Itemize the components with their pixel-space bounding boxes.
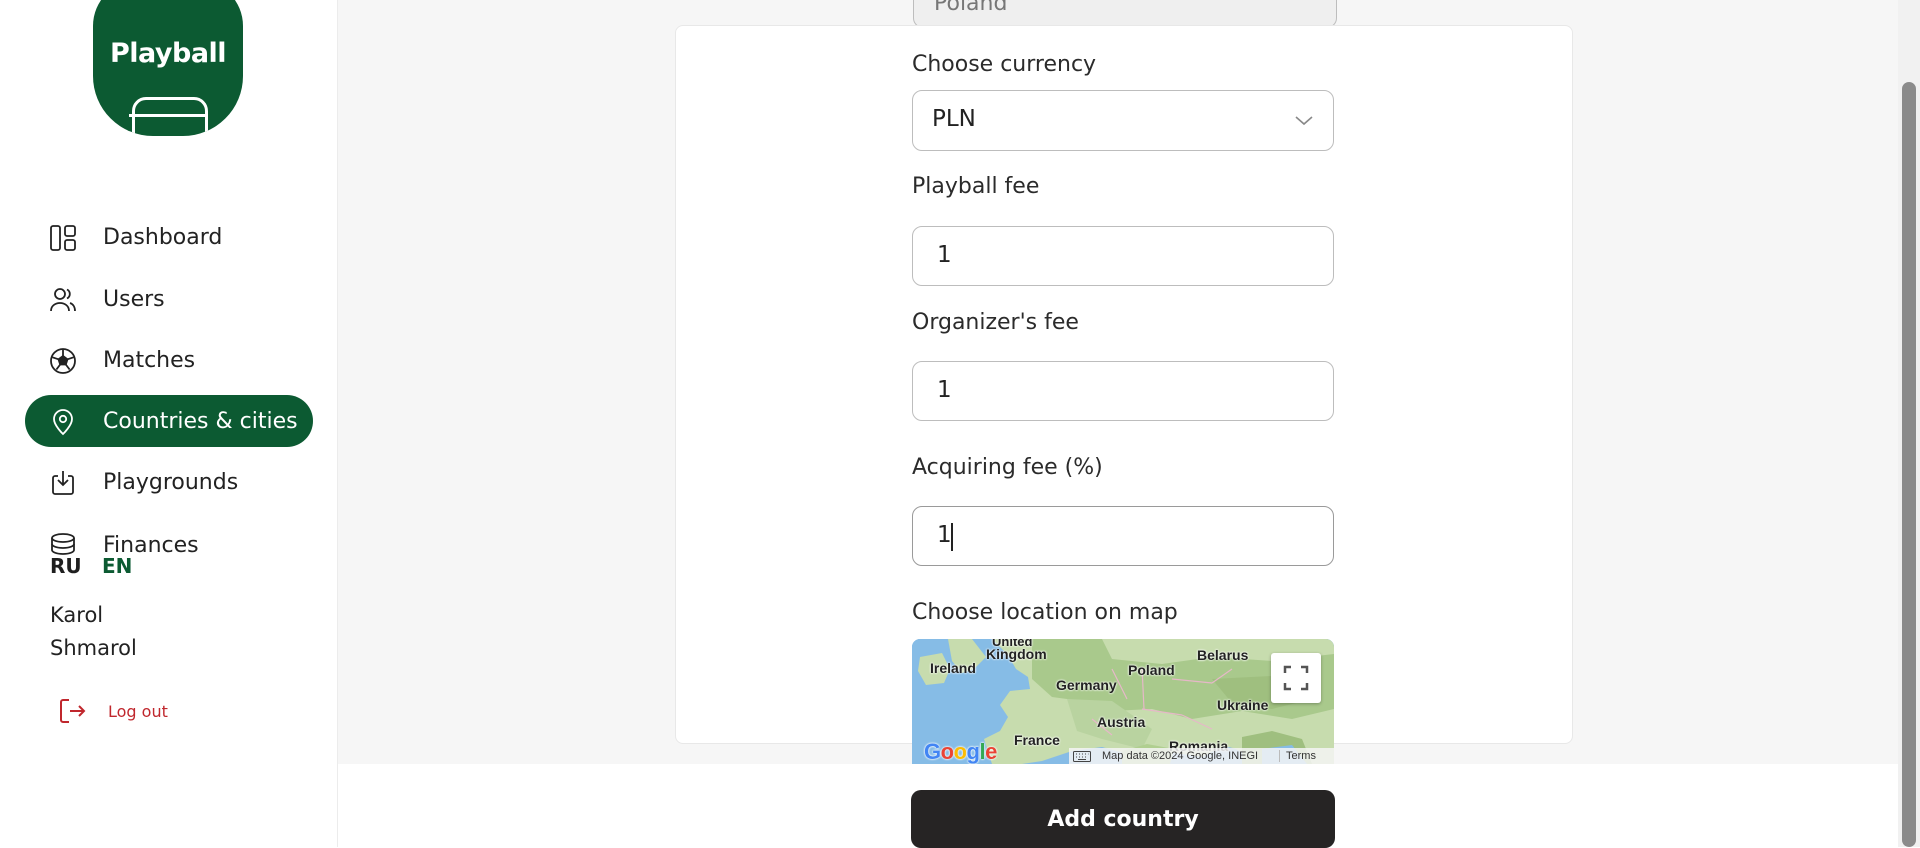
sidebar-item-label: Playgrounds: [103, 469, 239, 495]
text-cursor: [951, 523, 953, 551]
map-place-united-kingdom: Kingdom: [986, 646, 1047, 662]
add-country-button[interactable]: Add country: [911, 790, 1335, 848]
sidebar-item-label: Matches: [103, 347, 196, 373]
user-first-name: Karol: [50, 603, 104, 627]
organizer-fee-label: Organizer's fee: [912, 310, 1079, 335]
logout-label: Log out: [108, 702, 168, 721]
map-label: Choose location on map: [912, 600, 1178, 625]
sidebar-item-dashboard[interactable]: Dashboard: [25, 211, 313, 263]
playball-fee-input[interactable]: 1: [912, 226, 1334, 286]
dashboard-icon: [50, 225, 76, 251]
currency-value: PLN: [932, 106, 976, 132]
logout-icon: [60, 699, 86, 723]
sidebar: Playball Dashboard Users Matches Countri…: [0, 0, 338, 847]
map-terms-link[interactable]: Terms: [1279, 750, 1316, 762]
language-en[interactable]: EN: [102, 554, 132, 578]
playball-fee-label: Playball fee: [912, 174, 1040, 199]
user-last-name: Shmarol: [50, 636, 137, 660]
currency-select[interactable]: PLN: [912, 90, 1334, 151]
location-map[interactable]: United Kingdom Ireland Germany Poland Be…: [912, 639, 1334, 764]
map-place-ukraine: Ukraine: [1217, 697, 1269, 713]
map-place-belarus: Belarus: [1197, 647, 1249, 663]
currency-label: Choose currency: [912, 52, 1097, 77]
country-field[interactable]: Poland: [913, 0, 1337, 28]
sidebar-item-label: Dashboard: [103, 224, 223, 250]
sidebar-item-users[interactable]: Users: [25, 273, 313, 325]
map-place-austria: Austria: [1097, 714, 1146, 730]
logo-field-line: [129, 114, 207, 117]
map-place-france: France: [1014, 732, 1060, 748]
acquiring-fee-input[interactable]: 1: [912, 506, 1334, 566]
fullscreen-button[interactable]: [1271, 653, 1321, 703]
playball-logo[interactable]: Playball: [93, 0, 243, 136]
acquiring-fee-value: 1: [937, 522, 952, 548]
sidebar-item-label: Countries & cities: [103, 408, 298, 434]
country-value: Poland: [934, 0, 1008, 16]
sidebar-item-matches[interactable]: Matches: [25, 334, 313, 386]
map-place-poland: Poland: [1128, 662, 1175, 678]
organizer-fee-value: 1: [937, 377, 952, 403]
users-icon: [50, 288, 76, 312]
keyboard-icon[interactable]: [1073, 751, 1091, 762]
sidebar-item-playgrounds[interactable]: Playgrounds: [25, 456, 313, 508]
fullscreen-icon: [1283, 665, 1309, 691]
organizer-fee-input[interactable]: 1: [912, 361, 1334, 421]
playball-fee-value: 1: [937, 242, 952, 268]
chevron-down-icon: [1295, 116, 1313, 126]
soccer-ball-icon: [50, 348, 76, 374]
location-pin-icon: [53, 409, 73, 436]
map-place-germany: Germany: [1056, 677, 1117, 693]
scrollbar-thumb[interactable]: [1902, 82, 1916, 847]
google-logo: Google: [924, 739, 997, 764]
language-ru[interactable]: RU: [50, 554, 82, 578]
scrollbar[interactable]: [1898, 0, 1920, 847]
map-place-ireland: Ireland: [930, 660, 976, 676]
download-icon: [52, 471, 74, 495]
logo-text: Playball: [109, 38, 227, 69]
sidebar-item-label: Users: [103, 286, 165, 312]
acquiring-fee-label: Acquiring fee (%): [912, 455, 1103, 480]
map-data-attribution: Map data ©2024 Google, INEGI: [1102, 750, 1259, 762]
map-attribution-bar: Map data ©2024 Google, INEGI Terms: [1069, 748, 1334, 764]
sidebar-item-countries-cities[interactable]: Countries & cities: [25, 395, 313, 447]
